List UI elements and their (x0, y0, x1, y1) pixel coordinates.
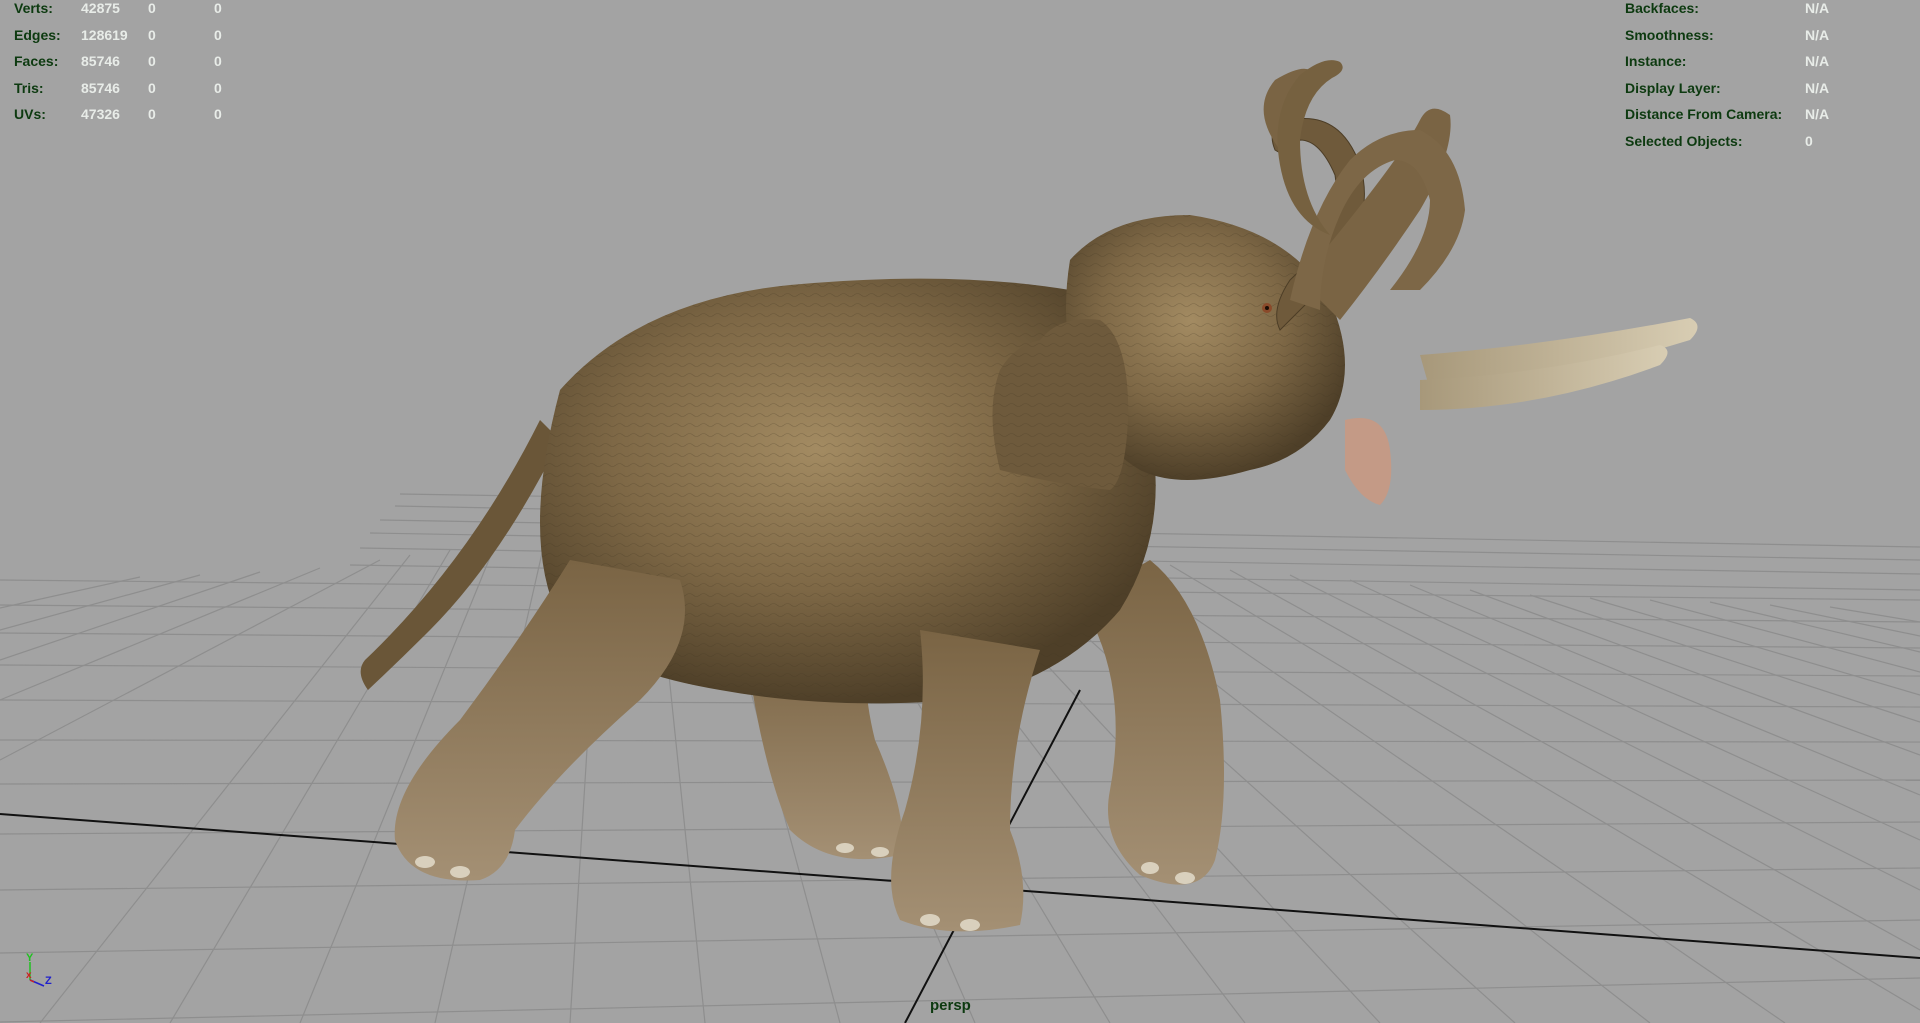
hud-value: N/A (1805, 53, 1830, 70)
hud-label: Distance From Camera: (1625, 106, 1783, 123)
hud-value: 85746 (81, 53, 120, 70)
hud-value: 0 (214, 53, 222, 70)
hud-value: 0 (148, 79, 156, 96)
toenails (415, 843, 1195, 931)
hud-value: 0 (148, 106, 156, 123)
axis-y-label: Y (26, 952, 34, 964)
hud-value: N/A (1805, 0, 1830, 16)
axis-z-label: Z (45, 975, 52, 987)
hud-value: 0 (148, 26, 156, 43)
hud-value: 0 (148, 53, 156, 70)
hud-value: 0 (214, 0, 222, 16)
hud-label: Tris: (14, 79, 44, 96)
hud-label: Faces: (14, 53, 59, 70)
hud-label: Backfaces: (1625, 0, 1699, 16)
camera-name-label: persp (930, 997, 971, 1014)
hud-value: 0 (214, 106, 222, 123)
hud-label: UVs: (14, 106, 46, 123)
view-axis-gizmo-icon: Y x Z (26, 952, 52, 987)
hud-value: 42875 (81, 0, 120, 16)
hud-value: 0 (1805, 132, 1813, 149)
hud-value: N/A (1805, 26, 1830, 43)
hud-label: Verts: (14, 0, 53, 16)
hud-value: 0 (148, 0, 156, 16)
hud-label: Selected Objects: (1625, 132, 1743, 149)
hud-value: 0 (214, 26, 222, 43)
hud-label: Display Layer: (1625, 79, 1721, 96)
hud-value: 128619 (81, 26, 128, 43)
axis-x-label: x (26, 970, 32, 981)
hud-value: N/A (1805, 79, 1830, 96)
hud-label: Smoothness: (1625, 26, 1714, 43)
hud-value: 85746 (81, 79, 120, 96)
hud-value: 47326 (81, 106, 120, 123)
perspective-viewport[interactable]: Verts: 42875 0 0 Edges: 128619 0 0 Faces… (0, 0, 1920, 1023)
elephant-model[interactable] (360, 60, 1698, 932)
hud-label: Instance: (1625, 53, 1687, 70)
hud-label: Edges: (14, 26, 61, 43)
hud-value: 0 (214, 79, 222, 96)
hud-value: N/A (1805, 106, 1830, 123)
